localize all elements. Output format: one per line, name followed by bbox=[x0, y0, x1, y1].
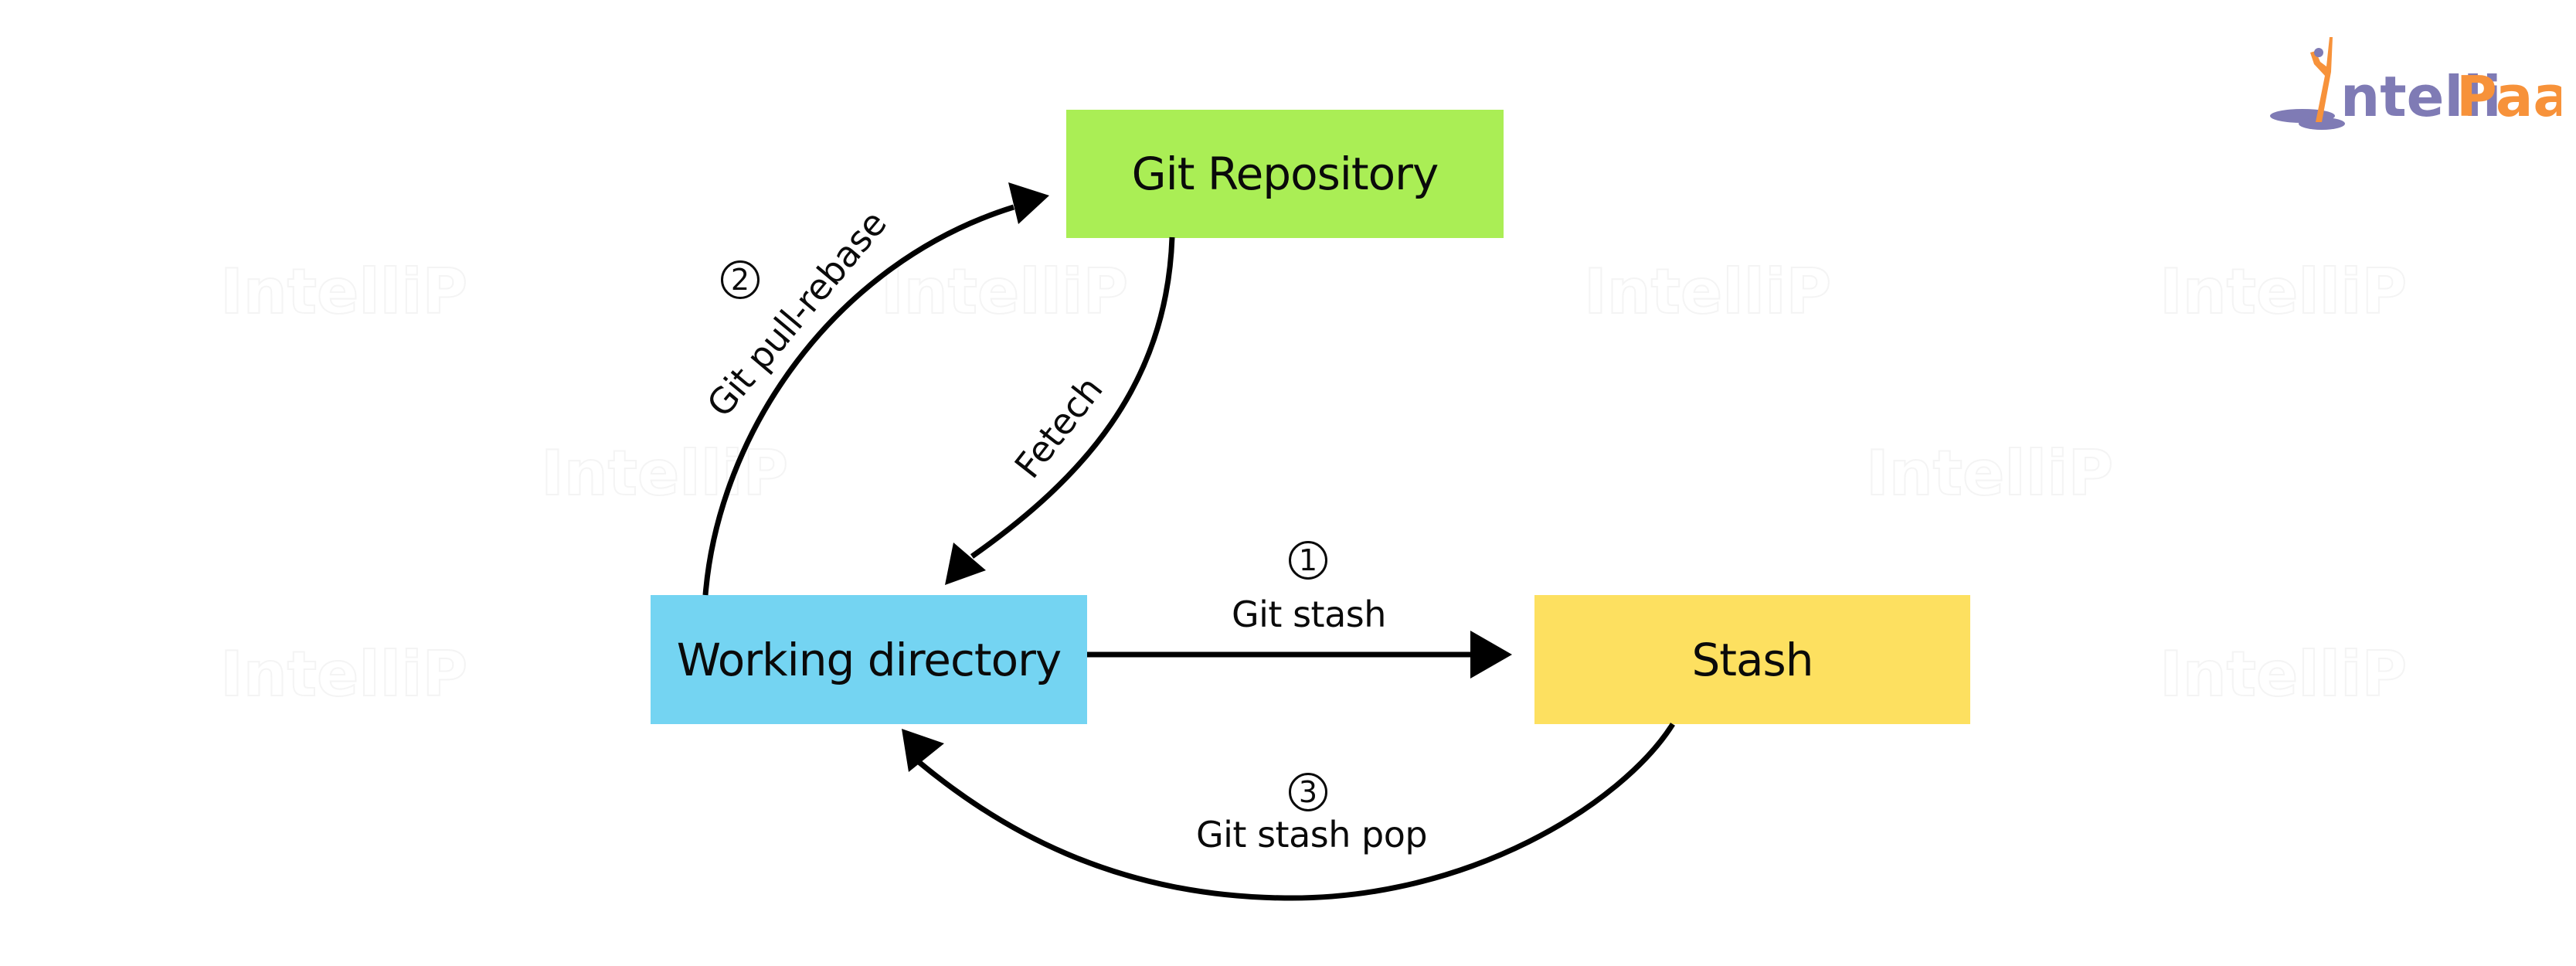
edge-git-stash-pop-line bbox=[916, 723, 1675, 901]
arrowhead-icon bbox=[1008, 182, 1049, 224]
edge-git-stash-pop bbox=[902, 723, 1675, 901]
step-number: 1 bbox=[1298, 543, 1318, 577]
step-number: 2 bbox=[730, 263, 750, 297]
step-marker-2: 2 bbox=[721, 260, 760, 299]
edge-label-git-stash: Git stash bbox=[1232, 594, 1386, 635]
step-number: 3 bbox=[1298, 775, 1318, 809]
logo-head-icon bbox=[2314, 48, 2323, 57]
edge-label-git-stash-pop: Git stash pop bbox=[1196, 814, 1428, 855]
step-marker-1: 1 bbox=[1289, 541, 1327, 580]
step-marker-3: 3 bbox=[1289, 773, 1327, 811]
edge-git-stash bbox=[1087, 631, 1512, 679]
diagram-canvas: IntelliPaat IntelliPaat IntelliPaat Inte… bbox=[0, 0, 2576, 966]
intellipaat-logo: ntelli Paat bbox=[2270, 37, 2561, 130]
arrowhead-icon bbox=[1470, 631, 1512, 679]
logo-text-paat: Paat bbox=[2456, 64, 2561, 129]
